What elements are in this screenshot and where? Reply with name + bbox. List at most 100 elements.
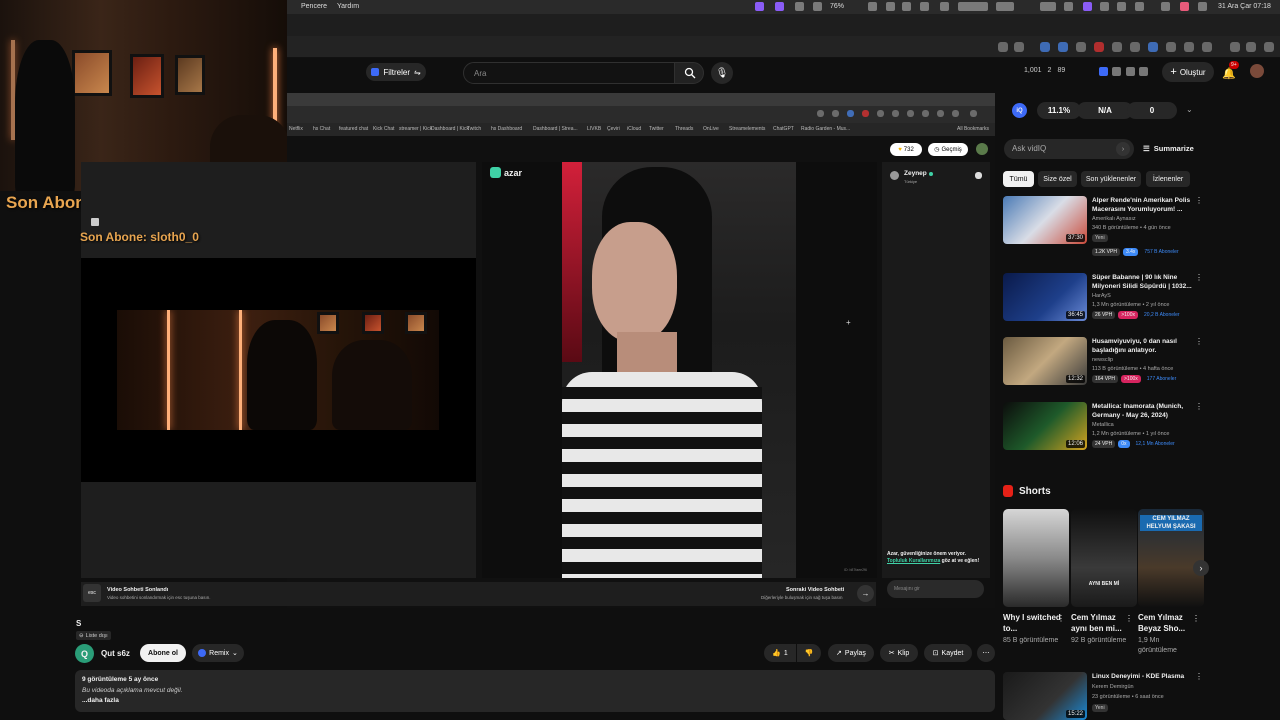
summarize-button[interactable]: ☰ Summarize <box>1143 144 1194 153</box>
video-thumbnail[interactable]: 12:06 <box>1003 402 1087 450</box>
description-box[interactable]: 9 görüntüleme 5 ay önce Bu videoda açıkl… <box>75 670 995 712</box>
video-thumbnail[interactable]: 36:45 <box>1003 273 1087 321</box>
extension-icon[interactable] <box>1166 42 1176 52</box>
more-icon[interactable] <box>1264 42 1274 52</box>
recommendation-item[interactable]: 12:06 Metallica: Inamorata (Munich, Germ… <box>1003 402 1203 460</box>
more-vert-icon[interactable]: ⋮ <box>1195 273 1203 282</box>
star-icon[interactable] <box>1014 42 1024 52</box>
shorts-next-button[interactable]: › <box>1193 560 1209 576</box>
recommendation-item[interactable]: 12:32 Husamviyuviyu, 0 dan nasıl başladı… <box>1003 337 1203 395</box>
user-icon[interactable] <box>1180 2 1189 11</box>
more-actions-button[interactable]: ⋯ <box>977 644 995 662</box>
chevron-down-icon[interactable]: ⌄ <box>1186 105 1193 114</box>
status-icon[interactable] <box>1064 2 1073 11</box>
short-thumbnail[interactable]: AYNI BEN Mİ <box>1071 509 1137 607</box>
message-input[interactable]: Mesajını gir <box>887 580 984 598</box>
cast-icon[interactable] <box>998 42 1008 52</box>
chevron-right-icon[interactable]: › <box>1116 142 1130 156</box>
next-chat-button[interactable]: → <box>857 585 874 602</box>
puzzle-icon[interactable] <box>1202 42 1212 52</box>
sidebar-icon[interactable] <box>1230 42 1240 52</box>
wifi-icon[interactable] <box>1161 2 1170 11</box>
avatar[interactable] <box>1250 64 1264 78</box>
avatar[interactable] <box>976 143 988 155</box>
search-input[interactable]: Ara <box>463 62 675 84</box>
ask-vidiq-input[interactable]: Ask vidIQ <box>1004 139 1134 159</box>
extension-icon[interactable] <box>1094 42 1104 52</box>
app-status-icon[interactable] <box>775 2 784 11</box>
video-thumbnail[interactable]: 37:30 <box>1003 196 1087 244</box>
status-icon[interactable] <box>940 2 949 11</box>
grid-icon[interactable] <box>1112 67 1121 76</box>
recommendation-item[interactable]: 15:22 Linux Deneyimi - KDE Plasma Kerem … <box>1003 672 1203 720</box>
search-button[interactable] <box>674 62 704 84</box>
menu-pencere[interactable]: Pencere <box>301 3 327 10</box>
vidiq-icon[interactable] <box>1099 67 1108 76</box>
esc-key[interactable]: esc <box>83 584 101 602</box>
coins-badge[interactable]: ♥ 732 <box>890 143 922 156</box>
more-vert-icon[interactable]: ⋮ <box>1192 614 1200 623</box>
notifications-button[interactable]: 🔔 9+ <box>1222 61 1239 80</box>
status-icon[interactable] <box>920 2 929 11</box>
chip-for-you[interactable]: Size özel <box>1038 171 1077 187</box>
subscribe-button[interactable]: Abone ol <box>140 644 186 662</box>
profile-icon[interactable] <box>1246 42 1256 52</box>
share-button[interactable]: ↗ Paylaş <box>828 644 874 662</box>
more-vert-icon[interactable]: ⋮ <box>1195 196 1203 205</box>
history-button[interactable]: ◷ Geçmiş <box>928 143 968 156</box>
trophy-icon[interactable] <box>1126 67 1135 76</box>
more-vert-icon[interactable]: ⋮ <box>1125 614 1133 623</box>
bluetooth-icon[interactable] <box>902 2 911 11</box>
display-icon[interactable] <box>886 2 895 11</box>
recommendation-item[interactable]: 37:30 Alper Rende'nin Amerikan Polis Mac… <box>1003 196 1203 256</box>
extension-icon[interactable] <box>1040 42 1050 52</box>
create-button[interactable]: + Oluştur <box>1162 62 1214 82</box>
voice-search-button[interactable]: 🎙 <box>711 62 733 84</box>
extension-icon[interactable] <box>1076 42 1086 52</box>
status-icon[interactable] <box>795 2 804 11</box>
extension-icon[interactable] <box>1130 42 1140 52</box>
channel-name[interactable]: Qut s6z <box>101 649 130 658</box>
chip-recently-uploaded[interactable]: Son yüklenenler <box>1081 171 1141 187</box>
video-thumbnail[interactable]: 15:22 <box>1003 672 1087 720</box>
recommendation-item[interactable]: 36:45 Süper Babanne | 90 lık Nine Milyon… <box>1003 273 1203 331</box>
more-vert-icon[interactable]: ⋮ <box>1057 614 1065 623</box>
status-icon[interactable] <box>813 2 822 11</box>
moon-icon[interactable] <box>868 2 877 11</box>
status-icon[interactable] <box>1198 2 1207 11</box>
like-button[interactable]: 👍 1 <box>764 644 796 662</box>
dislike-button[interactable]: 👎 <box>797 644 821 662</box>
more-vert-icon[interactable]: ⋮ <box>1195 402 1203 411</box>
link-icon[interactable] <box>1139 67 1148 76</box>
short-thumbnail[interactable]: CEM YILMAZ HELYUM ŞAKASI <box>1138 509 1204 607</box>
more-vert-icon[interactable]: ⋮ <box>1195 672 1203 681</box>
short-title[interactable]: Cem Yılmaz aynı ben mi... <box>1071 612 1131 634</box>
video-thumbnail[interactable]: 12:32 <box>1003 337 1087 385</box>
more-vert-icon[interactable]: ⋮ <box>1195 337 1203 346</box>
short-thumbnail[interactable] <box>1003 509 1069 607</box>
app-status-icon[interactable] <box>1083 2 1092 11</box>
remix-button[interactable]: Remix ⌄ <box>192 644 244 662</box>
menu-yardim[interactable]: Yardım <box>337 3 359 10</box>
short-title[interactable]: Cem Yılmaz Beyaz Sho... <box>1138 612 1198 634</box>
extension-icon[interactable] <box>1058 42 1068 52</box>
more-icon: ⋯ <box>982 650 990 657</box>
community-guidelines-link[interactable]: Topluluk Kurallarımıza <box>887 558 940 564</box>
chip-watched[interactable]: İzlenenler <box>1146 171 1190 187</box>
extension-icon[interactable] <box>1184 42 1194 52</box>
control-center-icon[interactable] <box>1135 2 1144 11</box>
chip-all[interactable]: Tümü <box>1003 171 1034 187</box>
save-button[interactable]: ⊡ Kaydet <box>924 644 972 662</box>
channel-avatar[interactable]: Q <box>75 644 94 663</box>
show-more-link[interactable]: ...daha fazla <box>82 697 119 704</box>
volume-icon[interactable] <box>1117 2 1126 11</box>
app-status-icon[interactable] <box>755 2 764 11</box>
filters-button[interactable]: Filtreler ⇋ <box>366 63 426 81</box>
short-title[interactable]: Why I switched to... <box>1003 612 1063 634</box>
report-icon[interactable] <box>975 172 982 179</box>
vidiq-icon[interactable]: iQ <box>1012 103 1027 118</box>
extension-icon[interactable] <box>1112 42 1122 52</box>
clip-button[interactable]: ✂ Klip <box>880 644 918 662</box>
extension-icon[interactable] <box>1148 42 1158 52</box>
status-icon[interactable] <box>1100 2 1109 11</box>
